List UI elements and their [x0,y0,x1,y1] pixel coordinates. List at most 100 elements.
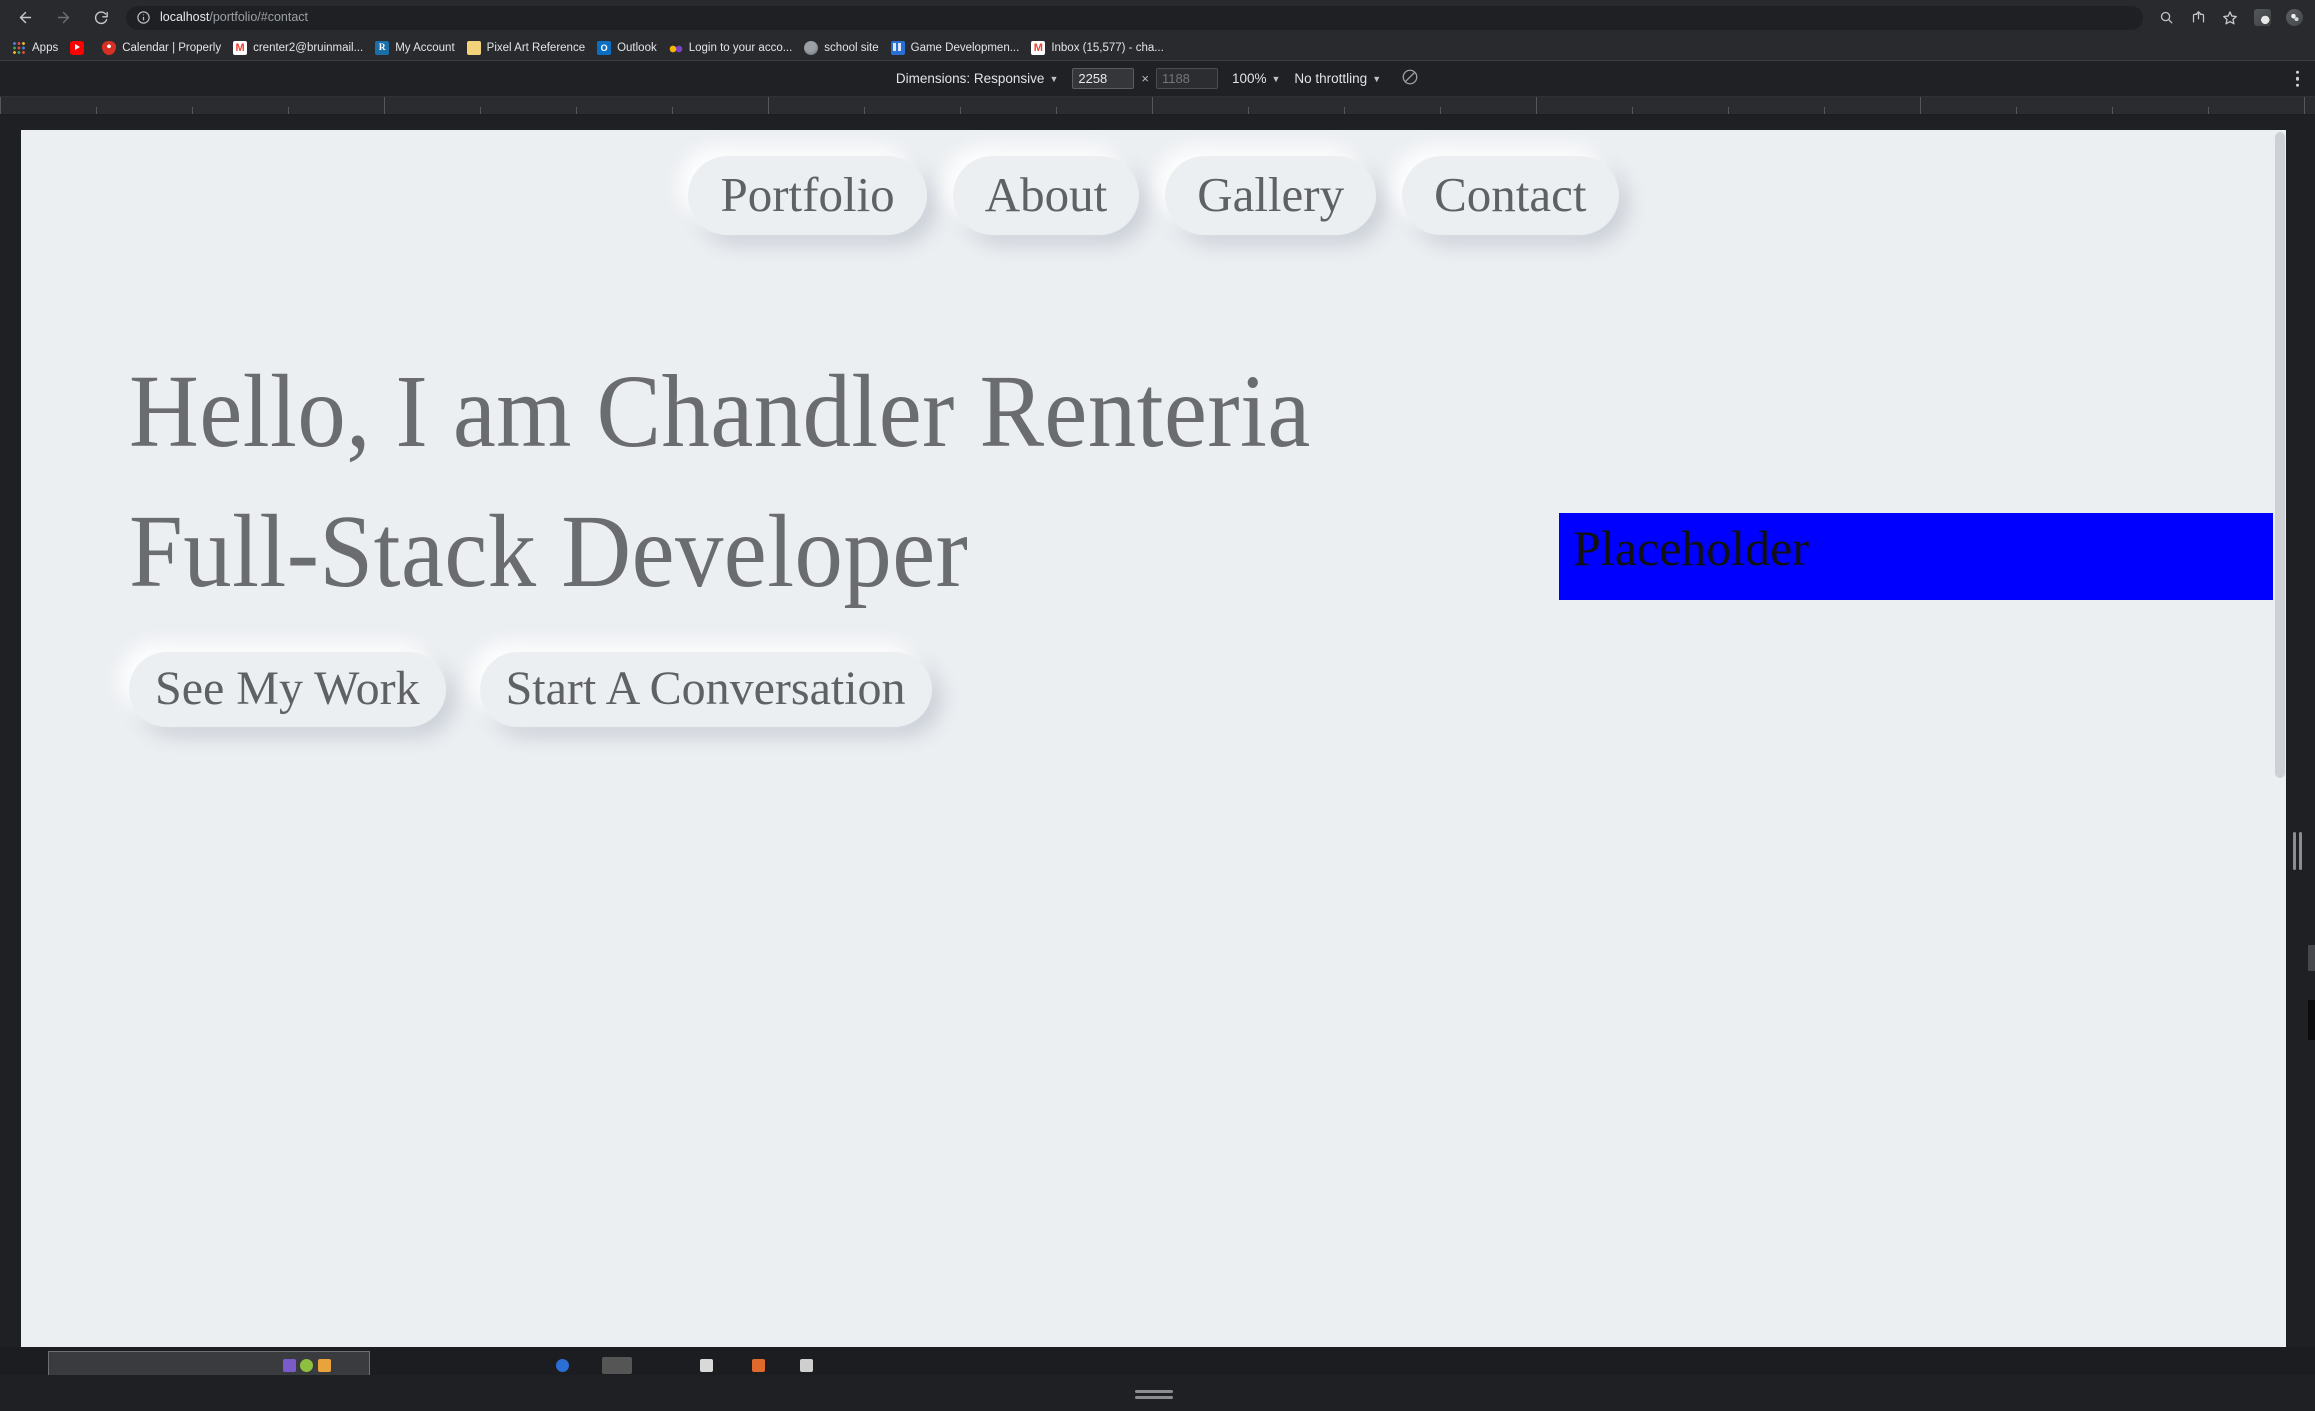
hero-section: Hello, I am Chandler Renteria Full-Stack… [21,235,2286,727]
ruler-tick [960,107,961,114]
devtools-viewport-area: Portfolio About Gallery Contact Hello, I… [0,115,2315,1411]
bookmark-bruinmail[interactable]: crenter2@bruinmail... [227,38,369,58]
location-pin-icon [102,41,116,55]
bookmark-star-icon[interactable] [2215,4,2245,32]
viewport-resize-handle-vertical[interactable] [1128,1386,1180,1402]
chevron-down-icon: ▼ [1372,74,1381,84]
site-navigation: Portfolio About Gallery Contact [21,130,2286,235]
bookmark-label: Apps [32,42,58,54]
ruler-tick [1920,97,1921,114]
os-taskbar [0,1347,2315,1375]
youtube-icon [70,41,84,55]
bookmarks-bar: Apps Calendar | Properly crenter2@bruinm… [0,35,2315,61]
apps-grid-icon [12,41,26,55]
bookmark-label: Pixel Art Reference [487,42,585,54]
throttling-dropdown[interactable]: No throttling ▼ [1294,71,1381,86]
site-info-icon[interactable] [136,10,151,25]
ruler-tick [1824,107,1825,114]
bookmark-label: Game Developmen... [911,42,1020,54]
viewport-rail-marker [2308,945,2315,971]
bookmark-label: Inbox (15,577) - cha... [1051,42,1164,54]
ruler-tick [2112,107,2113,114]
rendered-page: Portfolio About Gallery Contact Hello, I… [21,130,2286,1352]
search-icon[interactable] [2151,4,2181,32]
page-scrollbar-thumb[interactable] [2275,132,2285,778]
ruler-tick [2016,107,2017,114]
devtools-menu-icon[interactable] [2296,70,2300,87]
ruler-tick [2208,107,2209,114]
bookmark-apps[interactable]: Apps [6,38,64,58]
bookmark-inbox[interactable]: Inbox (15,577) - cha... [1025,38,1170,58]
bookmark-outlook[interactable]: O Outlook [591,38,663,58]
viewport-height-input[interactable] [1156,68,1218,89]
bookmark-label: crenter2@bruinmail... [253,42,363,54]
ruler-tick [2304,97,2305,114]
ruler-tick [1632,107,1633,114]
bookmark-label: Outlook [617,42,657,54]
taskbar-icon[interactable] [283,1359,296,1372]
toolbar-actions [2151,4,2309,32]
ruler-tick [1152,97,1153,114]
viewport-width-input[interactable] [1072,68,1134,89]
viewport-resize-handle-horizontal[interactable] [2289,825,2305,877]
rx-icon: R [375,41,389,55]
throttling-label: No throttling [1294,71,1367,86]
bookmark-login-account[interactable]: Login to your acco... [663,38,799,58]
placeholder-block: Placeholder [1559,513,2286,600]
chevron-down-icon: ▼ [1271,74,1280,84]
bookmark-label: My Account [395,42,454,54]
address-bar[interactable]: localhost/portfolio/#contact [126,6,2143,30]
browser-chrome: localhost/portfolio/#contact [0,0,2315,61]
page-scrollbar[interactable] [2273,130,2286,1352]
taskbar-icon[interactable] [800,1359,813,1372]
chevron-down-icon: ▼ [1049,74,1058,84]
ruler-tick [864,107,865,114]
taskbar-icon[interactable] [752,1359,765,1372]
extension-icon-b[interactable] [2279,4,2309,32]
extension-icon-a[interactable] [2247,4,2277,32]
nav-item-portfolio[interactable]: Portfolio [688,156,926,235]
ruler-tick [672,107,673,114]
ruler-tick [576,107,577,114]
forward-button[interactable] [44,3,82,33]
taskbar-icon[interactable] [602,1357,632,1374]
devtools-device-toolbar: Dimensions: Responsive ▼ × 100% ▼ No thr… [0,61,2315,97]
taskbar-icon[interactable] [300,1359,313,1372]
see-my-work-button[interactable]: See My Work [129,652,446,727]
bookmark-game-development[interactable]: Game Developmen... [885,38,1026,58]
nav-item-about[interactable]: About [953,156,1140,235]
rotate-icon[interactable] [1401,68,1419,89]
back-button[interactable] [6,3,44,33]
viewport-ruler [0,97,2315,115]
bookmark-pixel-art-reference[interactable]: Pixel Art Reference [461,38,591,58]
trello-icon [891,41,905,55]
taskbar-icon[interactable] [318,1359,331,1372]
ruler-tick [0,97,1,114]
reload-button[interactable] [82,3,120,33]
ruler-tick [192,107,193,114]
nav-item-contact[interactable]: Contact [1402,156,1618,235]
hero-cta-row: See My Work Start A Conversation [129,652,2286,727]
browser-toolbar: localhost/portfolio/#contact [0,0,2315,35]
bookmark-school-site[interactable]: school site [798,38,884,58]
gmail-icon [1031,41,1045,55]
viewport-rail-marker [2308,1000,2315,1040]
hero-heading: Hello, I am Chandler Renteria [129,353,2135,472]
ruler-tick [768,97,769,114]
bookmark-youtube[interactable] [64,38,96,58]
share-icon[interactable] [2183,4,2213,32]
taskbar-icon[interactable] [700,1359,713,1372]
zoom-label: 100% [1232,71,1267,86]
outlook-icon: O [597,41,611,55]
globe-icon [804,41,818,55]
bookmark-label: school site [824,42,878,54]
bookmark-calendar-properly[interactable]: Calendar | Properly [96,38,227,58]
zoom-dropdown[interactable]: 100% ▼ [1232,71,1280,86]
bookmark-label: Calendar | Properly [122,42,221,54]
device-preset-dropdown[interactable]: Dimensions: Responsive ▼ [896,71,1059,86]
nav-item-gallery[interactable]: Gallery [1165,156,1376,235]
start-a-conversation-button[interactable]: Start A Conversation [480,652,932,727]
ruler-tick [1536,97,1537,114]
taskbar-icon[interactable] [556,1359,569,1372]
bookmark-my-account[interactable]: R My Account [369,38,460,58]
